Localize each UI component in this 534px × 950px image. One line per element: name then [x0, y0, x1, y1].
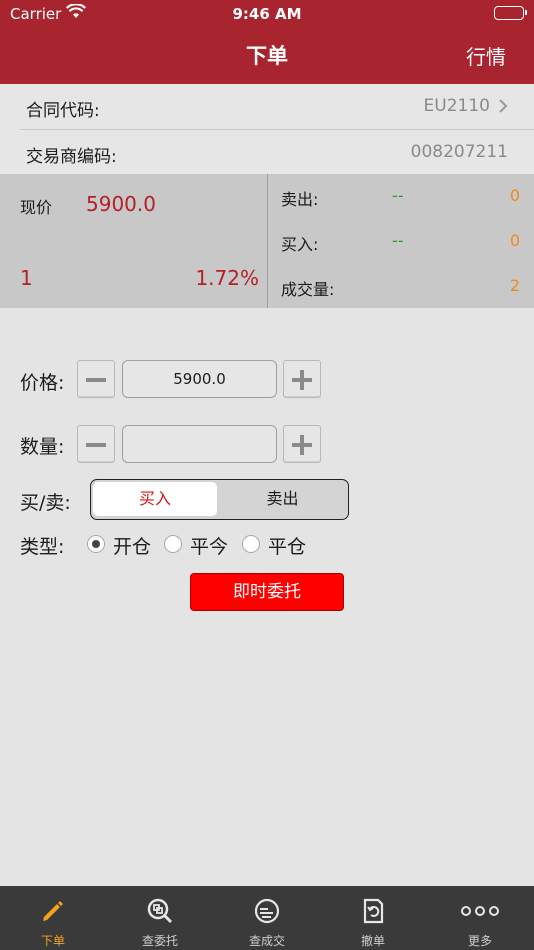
- quote-price-section: 现价 5900.0 1 1.72%: [0, 174, 267, 308]
- quantity-increase-button[interactable]: [283, 425, 321, 463]
- price-change-percent: 1.72%: [195, 266, 259, 290]
- tab-label: 下单: [40, 934, 65, 948]
- broker-code-value: 008207211: [410, 142, 508, 162]
- radio-close-today[interactable]: [164, 535, 182, 553]
- contract-code-label: 合同代码:: [26, 101, 100, 121]
- quantity-decrease-button[interactable]: [77, 425, 115, 463]
- tab-label: 查成交: [248, 934, 285, 948]
- tab-more[interactable]: 更多: [427, 886, 533, 950]
- volume-value: 2: [509, 276, 520, 295]
- plus-icon: [292, 435, 312, 455]
- more-dots-icon: [460, 897, 500, 925]
- radio-open-position-label[interactable]: 开仓: [113, 532, 151, 559]
- price-increase-button[interactable]: [283, 360, 321, 398]
- quantity-label: 数量:: [20, 436, 65, 458]
- current-price: 5900.0: [86, 192, 156, 216]
- radio-close-position[interactable]: [242, 535, 260, 553]
- tab-query-orders[interactable]: 查委托: [107, 886, 213, 950]
- tab-place-order[interactable]: 下单: [0, 886, 106, 950]
- sell-label: 卖出:: [281, 190, 319, 209]
- contract-code-row[interactable]: 合同代码: EU2110: [0, 84, 534, 129]
- quote-divider: [267, 174, 268, 308]
- current-price-label: 现价: [20, 198, 53, 217]
- battery-icon: [494, 6, 527, 20]
- price-label: 价格:: [20, 372, 65, 394]
- price-decrease-button[interactable]: [77, 360, 115, 398]
- buy-sell-segmented-control: 买入 卖出: [90, 479, 349, 520]
- radio-open-position[interactable]: [87, 535, 105, 553]
- quote-panel: 现价 5900.0 1 1.72% 卖出: -- 0 买入: -- 0 成交量:…: [0, 174, 534, 308]
- minus-icon: [86, 378, 106, 382]
- radio-close-today-label[interactable]: 平今: [190, 532, 228, 559]
- price-change: 1: [20, 266, 33, 290]
- market-quote-button[interactable]: 行情: [466, 41, 506, 70]
- sell-quantity: 0: [509, 186, 520, 205]
- price-input[interactable]: [122, 360, 277, 398]
- plus-icon: [292, 370, 312, 390]
- buy-quantity: 0: [509, 231, 520, 250]
- page-title: 下单: [246, 44, 288, 68]
- tab-query-trades[interactable]: 查成交: [214, 886, 320, 950]
- pencil-icon: [39, 897, 67, 925]
- contract-code-value: EU2110: [423, 96, 490, 116]
- tab-bar: 下单 查委托 查成交 撤单 更多: [0, 886, 534, 950]
- broker-code-row: 交易商编码: 008207211: [0, 130, 534, 175]
- tab-label: 查委托: [141, 934, 178, 948]
- handshake-icon: [253, 897, 281, 925]
- submit-order-button[interactable]: 即时委托: [190, 573, 344, 611]
- buy-label: 买入:: [281, 235, 319, 254]
- minus-icon: [86, 443, 106, 447]
- segment-buy[interactable]: 买入: [93, 482, 217, 516]
- radio-close-position-label[interactable]: 平仓: [268, 532, 306, 559]
- status-time: 9:46 AM: [232, 5, 302, 23]
- sell-price: --: [392, 186, 404, 205]
- app-header: Carrier 9:46 AM 下单 行情: [0, 0, 534, 84]
- quantity-input[interactable]: [122, 425, 277, 463]
- tab-cancel-order[interactable]: 撤单: [320, 886, 426, 950]
- tab-label: 更多: [467, 934, 492, 948]
- side-label: 买/卖:: [20, 492, 71, 514]
- segment-sell[interactable]: 卖出: [219, 480, 346, 518]
- broker-code-label: 交易商编码:: [26, 147, 117, 167]
- undo-document-icon: [359, 897, 387, 925]
- volume-label: 成交量:: [281, 280, 335, 299]
- chevron-right-icon: [498, 98, 508, 119]
- search-order-icon: [146, 897, 174, 925]
- status-bar: Carrier 9:46 AM: [0, 0, 534, 28]
- order-type-label: 类型:: [20, 536, 65, 558]
- tab-label: 撤单: [360, 934, 385, 948]
- buy-price: --: [392, 231, 404, 250]
